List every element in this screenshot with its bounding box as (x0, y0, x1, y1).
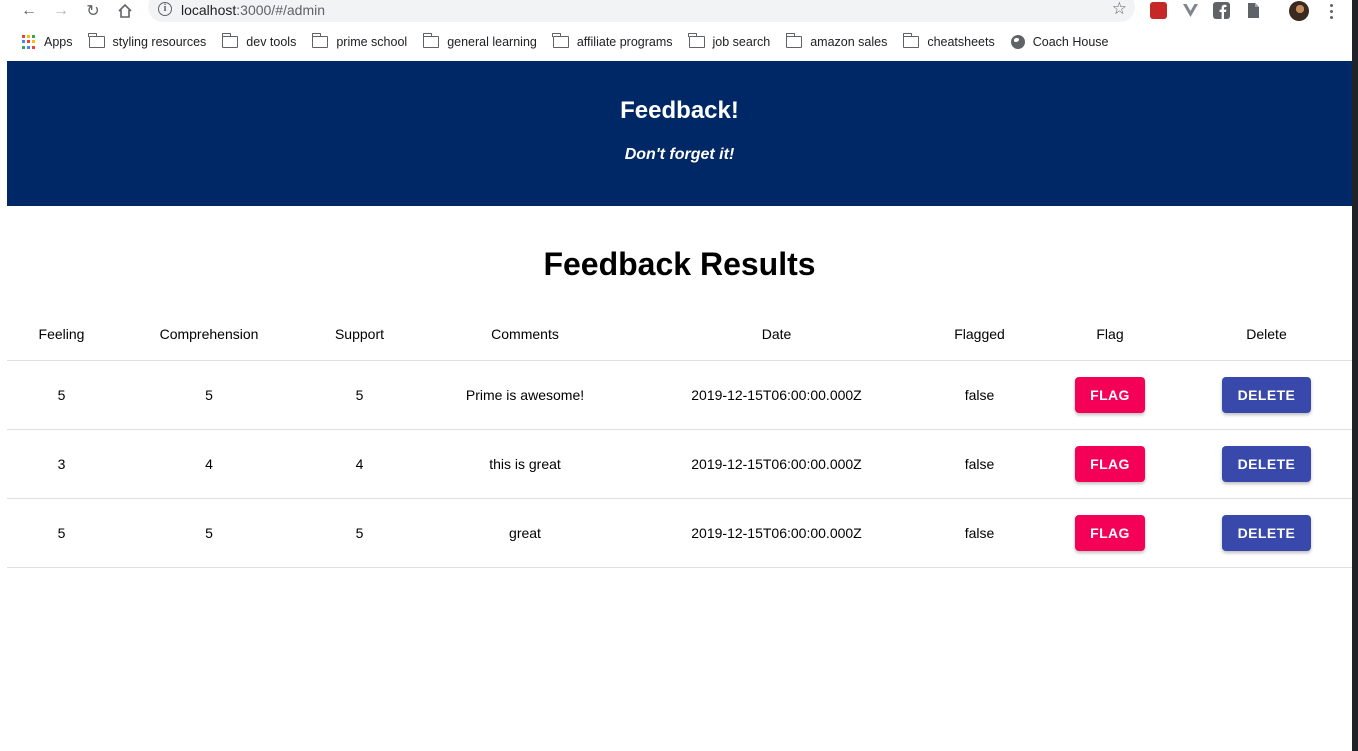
app-subtitle: Don't forget it! (624, 146, 735, 163)
date-cell: 2019-12-15T06:00:00.000Z (633, 429, 920, 499)
feeling-cell: 3 (7, 429, 116, 499)
forward-arrow-icon[interactable]: → (50, 0, 72, 22)
bookmark-label: job search (712, 35, 771, 49)
comments-cell: Prime is awesome! (417, 360, 633, 430)
app-root: Feedback! Don't forget it! Feedback Resu… (7, 61, 1352, 751)
delete-button[interactable]: DELETE (1222, 514, 1311, 551)
vue-devtools-icon[interactable] (1182, 2, 1199, 19)
bookmark-label: general learning (447, 35, 537, 49)
comprehension-cell: 4 (116, 429, 302, 499)
reload-icon[interactable]: ↻ (82, 0, 104, 22)
page-title: Feedback Results (543, 246, 816, 282)
app-title: Feedback! (620, 97, 739, 124)
folder-icon (902, 33, 920, 48)
column-header-feeling: Feeling (7, 309, 116, 361)
flag-button[interactable]: FLAG (1075, 514, 1145, 551)
address-bar[interactable]: i localhost:3000/#/admin ☆ (148, 0, 1135, 22)
flagged-cell: false (920, 429, 1039, 499)
support-cell: 5 (302, 360, 417, 430)
bookmark-label: dev tools (246, 35, 297, 49)
bookmark-styling-resources[interactable]: styling resources (88, 33, 207, 49)
globe-icon (1010, 35, 1025, 49)
bookmark-amazon-sales[interactable]: amazon sales (785, 33, 888, 49)
column-header-flagged: Flagged (920, 309, 1039, 361)
comprehension-cell: 5 (116, 360, 302, 430)
bookmark-affiliate-programs[interactable]: affiliate programs (552, 33, 673, 49)
site-info-icon[interactable]: i (158, 2, 172, 16)
bookmark-label: Coach House (1032, 35, 1109, 49)
flag-cell: FLAG (1039, 429, 1181, 499)
bookmark-star-icon[interactable]: ☆ (1112, 0, 1127, 19)
delete-button[interactable]: DELETE (1222, 376, 1311, 413)
flagged-cell: false (920, 360, 1039, 430)
url-text[interactable]: localhost:3000/#/admin (181, 2, 325, 18)
column-header-comprehension: Comprehension (116, 309, 302, 361)
folder-icon (552, 33, 569, 48)
column-header-date: Date (633, 309, 920, 361)
bookmark-label: styling resources (112, 35, 207, 49)
folder-icon (422, 33, 440, 48)
comprehension-cell: 5 (116, 498, 302, 568)
home-icon[interactable] (114, 0, 136, 22)
folder-icon (785, 33, 803, 48)
bookmark-prime-school[interactable]: prime school (311, 33, 408, 49)
table-row: 3 4 4 this is great 2019-12-15T06:00:00.… (7, 429, 1352, 499)
support-cell: 4 (302, 429, 417, 499)
feeling-cell: 5 (7, 360, 116, 430)
flag-button[interactable]: FLAG (1075, 445, 1145, 482)
bookmark-label: amazon sales (810, 35, 888, 49)
app-header: Feedback! Don't forget it! (7, 61, 1352, 206)
bookmark-label: Apps (44, 35, 73, 49)
delete-cell: DELETE (1181, 360, 1352, 430)
feeling-cell: 5 (7, 498, 116, 568)
folder-icon (221, 33, 239, 48)
bookmark-label: prime school (336, 35, 408, 49)
folder-icon (688, 33, 705, 48)
bookmark-apps[interactable]: Apps (22, 35, 73, 49)
document-icon[interactable] (1245, 2, 1262, 19)
bookmark-general-learning[interactable]: general learning (422, 33, 537, 49)
bookmark-cheatsheets[interactable]: cheatsheets (902, 33, 995, 49)
browser-toolbar: ← → ↻ i localhost:3000/#/admin ☆ (0, 0, 1352, 22)
bookmarks-bar: Apps styling resources dev tools prime s… (0, 30, 1352, 54)
feedback-table: Feeling Comprehension Support Comments D… (7, 309, 1352, 568)
table-row: 5 5 5 great 2019-12-15T06:00:00.000Z fal… (7, 498, 1352, 568)
back-arrow-icon[interactable]: ← (18, 0, 40, 22)
column-header-support: Support (302, 309, 417, 361)
extension-icon[interactable] (1150, 2, 1167, 19)
flag-cell: FLAG (1039, 498, 1181, 568)
flag-button[interactable]: FLAG (1075, 376, 1145, 413)
bookmark-job-search[interactable]: job search (688, 33, 771, 49)
facebook-icon[interactable] (1213, 2, 1230, 19)
date-cell: 2019-12-15T06:00:00.000Z (633, 360, 920, 430)
column-header-comments: Comments (417, 309, 633, 361)
table-row: 5 5 5 Prime is awesome! 2019-12-15T06:00… (7, 360, 1352, 430)
support-cell: 5 (302, 498, 417, 568)
bookmark-label: affiliate programs (576, 35, 673, 49)
delete-button[interactable]: DELETE (1222, 445, 1311, 482)
comments-cell: great (417, 498, 633, 568)
bookmark-dev-tools[interactable]: dev tools (221, 33, 297, 49)
flagged-cell: false (920, 498, 1039, 568)
date-cell: 2019-12-15T06:00:00.000Z (633, 498, 920, 568)
comments-cell: this is great (417, 429, 633, 499)
folder-icon (88, 33, 105, 48)
column-header-delete: Delete (1181, 309, 1352, 361)
flag-cell: FLAG (1039, 360, 1181, 430)
table-header-row: Feeling Comprehension Support Comments D… (7, 309, 1352, 361)
apps-grid-icon (22, 35, 36, 49)
delete-cell: DELETE (1181, 498, 1352, 568)
delete-cell: DELETE (1181, 429, 1352, 499)
background-window-edge (1352, 0, 1358, 751)
avatar[interactable] (1289, 1, 1309, 21)
browser-menu-icon[interactable] (1324, 0, 1338, 22)
bookmark-coach-house[interactable]: Coach House (1010, 35, 1109, 49)
folder-icon (311, 33, 329, 48)
bookmark-label: cheatsheets (927, 35, 995, 49)
browser-window: ← → ↻ i localhost:3000/#/admin ☆ Apps st… (0, 0, 1352, 751)
column-header-flag: Flag (1039, 309, 1181, 361)
